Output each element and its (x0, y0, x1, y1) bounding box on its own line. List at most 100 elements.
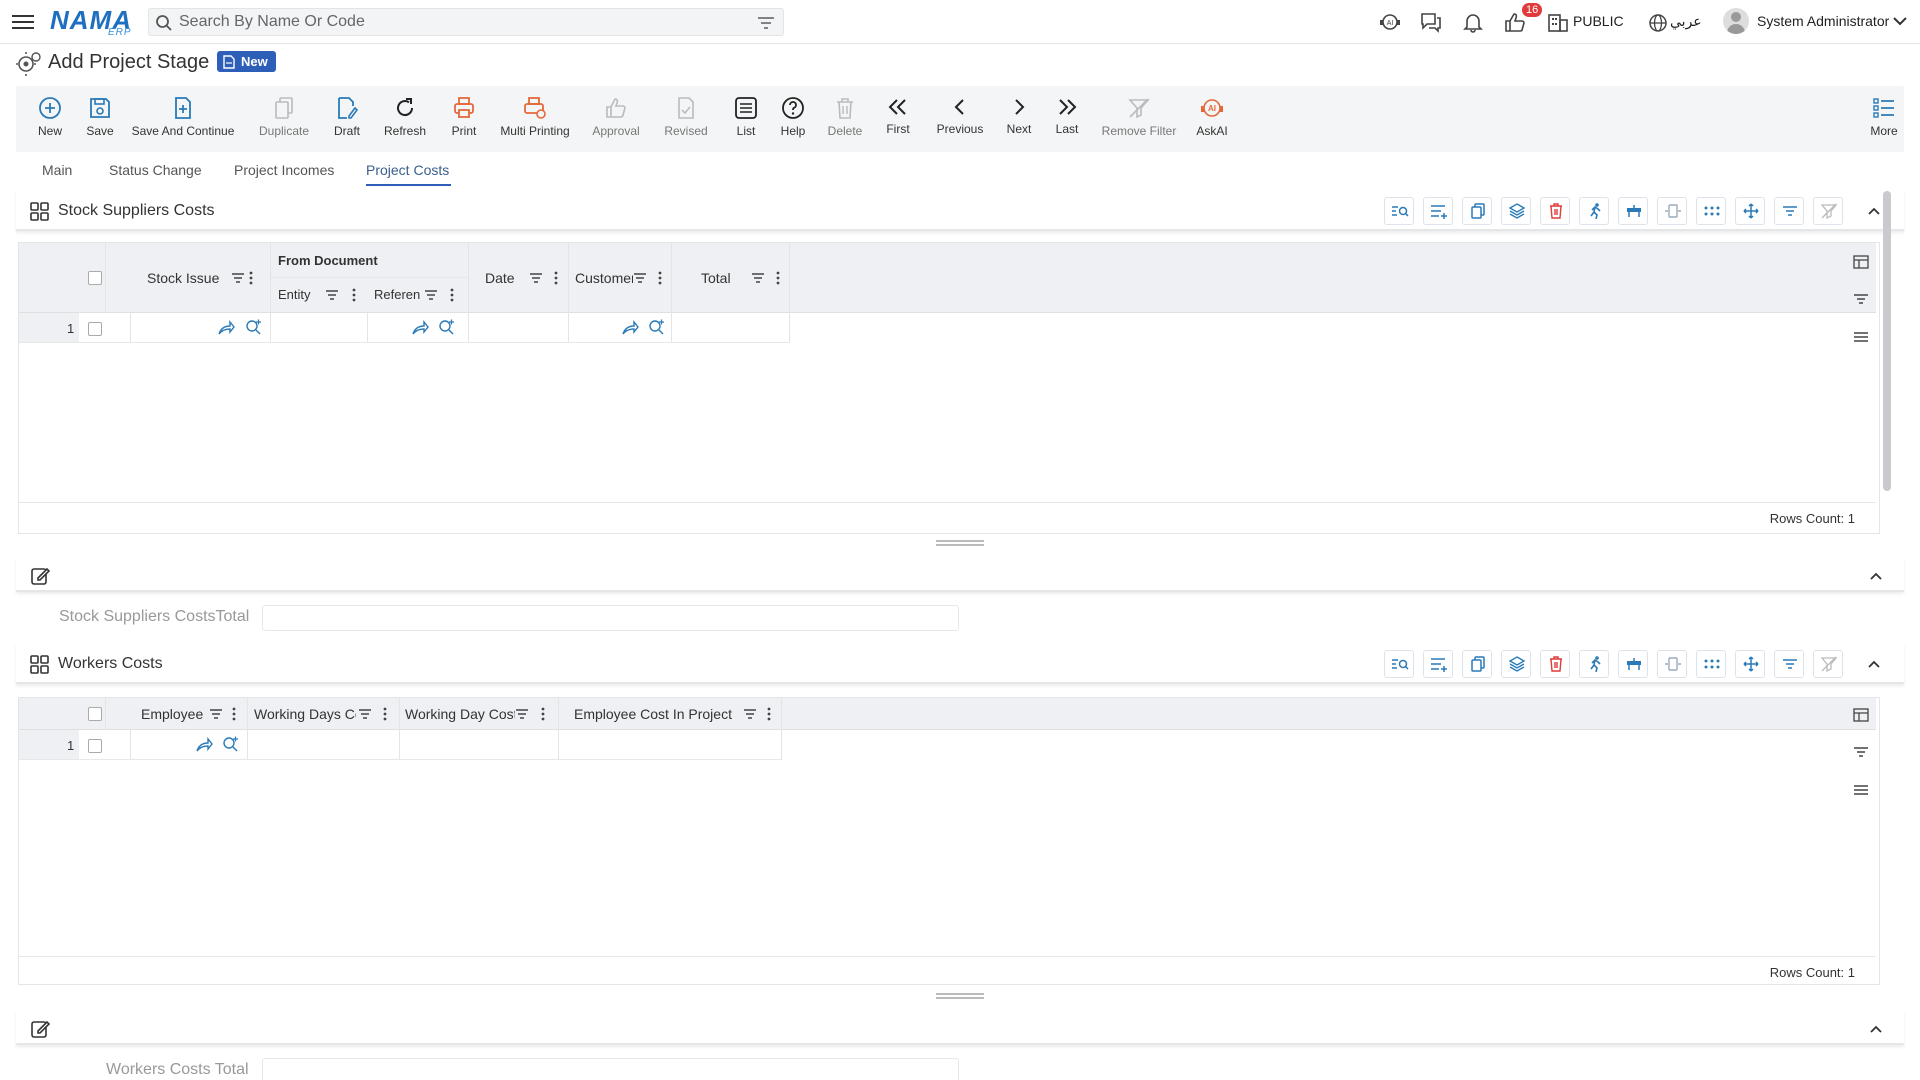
search-rows-button[interactable] (1384, 650, 1414, 678)
resize-handle[interactable] (936, 540, 984, 546)
run-button[interactable] (1579, 650, 1609, 678)
column-filter-icon[interactable] (633, 272, 647, 284)
column-filter-icon[interactable] (515, 708, 529, 720)
run-button[interactable] (1579, 197, 1609, 225)
list-button[interactable]: List (728, 96, 764, 138)
clear-filter-button[interactable] (1813, 197, 1843, 225)
tab-main[interactable]: Main (42, 162, 72, 178)
previous-button[interactable]: Previous (930, 96, 990, 136)
layers-button[interactable] (1501, 197, 1531, 225)
open-link-icon[interactable] (621, 320, 639, 336)
col-total[interactable]: Total (701, 270, 731, 286)
delete-row-button[interactable] (1540, 650, 1570, 678)
edit-icon[interactable] (30, 1019, 50, 1039)
lookup-icon[interactable] (245, 319, 263, 335)
menu-icon[interactable] (12, 11, 34, 31)
col-customer[interactable]: Customer (575, 270, 633, 286)
col-working-days[interactable]: Working Days Co (254, 706, 356, 722)
duplicate-button[interactable]: Duplicate (256, 96, 312, 138)
delete-button[interactable]: Delete (822, 96, 868, 138)
grid-dots-button[interactable] (1696, 650, 1726, 678)
table-settings-button[interactable] (1618, 650, 1648, 678)
row-checkbox[interactable] (88, 322, 102, 336)
grid-dots-button[interactable] (1696, 197, 1726, 225)
column-menu-icon[interactable] (383, 707, 387, 721)
search-rows-button[interactable] (1384, 197, 1414, 225)
open-link-icon[interactable] (217, 320, 235, 336)
print-button[interactable]: Print (444, 96, 484, 138)
move-button[interactable] (1735, 197, 1765, 225)
columns-icon[interactable] (1853, 255, 1869, 269)
lookup-icon[interactable] (222, 736, 240, 752)
vertical-scrollbar[interactable] (1883, 191, 1891, 491)
table-row[interactable]: 1 (19, 313, 809, 343)
avatar[interactable] (1723, 8, 1749, 34)
save-and-continue-button[interactable]: Save And Continue (128, 96, 238, 138)
add-row-button[interactable] (1423, 650, 1453, 678)
column-filter-icon[interactable] (325, 289, 339, 301)
column-menu-icon[interactable] (232, 707, 236, 721)
column-menu-icon[interactable] (541, 707, 545, 721)
filter-button[interactable] (1774, 197, 1804, 225)
chevron-up-icon[interactable] (1868, 1023, 1884, 1035)
chevron-up-icon[interactable] (1866, 658, 1882, 670)
col-reference[interactable]: Referen (374, 287, 426, 302)
filter-button[interactable] (1774, 650, 1804, 678)
column-filter-icon[interactable] (743, 708, 757, 720)
layers-button[interactable] (1501, 650, 1531, 678)
next-button[interactable]: Next (998, 96, 1040, 136)
select-all-checkbox[interactable] (88, 707, 102, 721)
menu-lines-icon[interactable] (1853, 331, 1869, 343)
column-filter-icon[interactable] (231, 272, 245, 284)
tab-status-change[interactable]: Status Change (109, 162, 202, 178)
col-date[interactable]: Date (485, 270, 515, 286)
chevron-up-icon[interactable] (1866, 205, 1882, 217)
language-switch[interactable]: عربي (1670, 13, 1702, 30)
fit-columns-button[interactable] (1657, 197, 1687, 225)
column-filter-icon[interactable] (209, 708, 223, 720)
edit-icon[interactable] (30, 566, 50, 586)
open-link-icon[interactable] (411, 320, 429, 336)
menu-lines-icon[interactable] (1853, 784, 1869, 796)
column-menu-icon[interactable] (450, 288, 454, 302)
search-input[interactable] (179, 12, 739, 32)
column-menu-icon[interactable] (249, 271, 253, 285)
globe-icon[interactable] (1646, 12, 1670, 34)
new-button[interactable]: New (30, 96, 70, 138)
first-button[interactable]: First (878, 96, 918, 136)
table-row[interactable]: 1 (19, 730, 799, 760)
column-menu-icon[interactable] (767, 707, 771, 721)
askai-button[interactable]: AI AskAI (1190, 96, 1234, 138)
approval-button[interactable]: Approval (588, 96, 644, 138)
tab-project-costs[interactable]: Project Costs (366, 162, 449, 178)
draft-button[interactable]: Draft (327, 96, 367, 138)
lookup-icon[interactable] (648, 319, 666, 335)
tab-project-incomes[interactable]: Project Incomes (234, 162, 334, 178)
help-button[interactable]: Help (773, 96, 813, 138)
save-button[interactable]: Save (78, 96, 122, 138)
move-button[interactable] (1735, 650, 1765, 678)
filter-icon[interactable] (1853, 746, 1869, 758)
column-filter-icon[interactable] (529, 272, 543, 284)
stock-total-field[interactable] (262, 605, 959, 631)
chevron-down-icon[interactable] (1892, 14, 1908, 28)
resize-handle[interactable] (936, 993, 984, 999)
last-button[interactable]: Last (1047, 96, 1087, 136)
user-name[interactable]: System Administrator (1757, 13, 1889, 29)
bell-icon[interactable] (1461, 11, 1485, 33)
refresh-button[interactable]: Refresh (378, 96, 432, 138)
lookup-icon[interactable] (438, 319, 456, 335)
ai-assistant-icon[interactable]: AI (1378, 11, 1402, 33)
clear-filter-button[interactable] (1813, 650, 1843, 678)
column-filter-icon[interactable] (358, 708, 372, 720)
copy-row-button[interactable] (1462, 650, 1492, 678)
revised-button[interactable]: Revised (658, 96, 714, 138)
column-filter-icon[interactable] (751, 272, 765, 284)
logo[interactable]: NAMA ERP (50, 5, 132, 38)
columns-icon[interactable] (1853, 708, 1869, 722)
column-menu-icon[interactable] (352, 288, 356, 302)
col-working-day-cost[interactable]: Working Day Cost (405, 706, 515, 722)
select-all-checkbox[interactable] (88, 271, 102, 285)
delete-row-button[interactable] (1540, 197, 1570, 225)
workers-total-field[interactable] (262, 1058, 959, 1080)
